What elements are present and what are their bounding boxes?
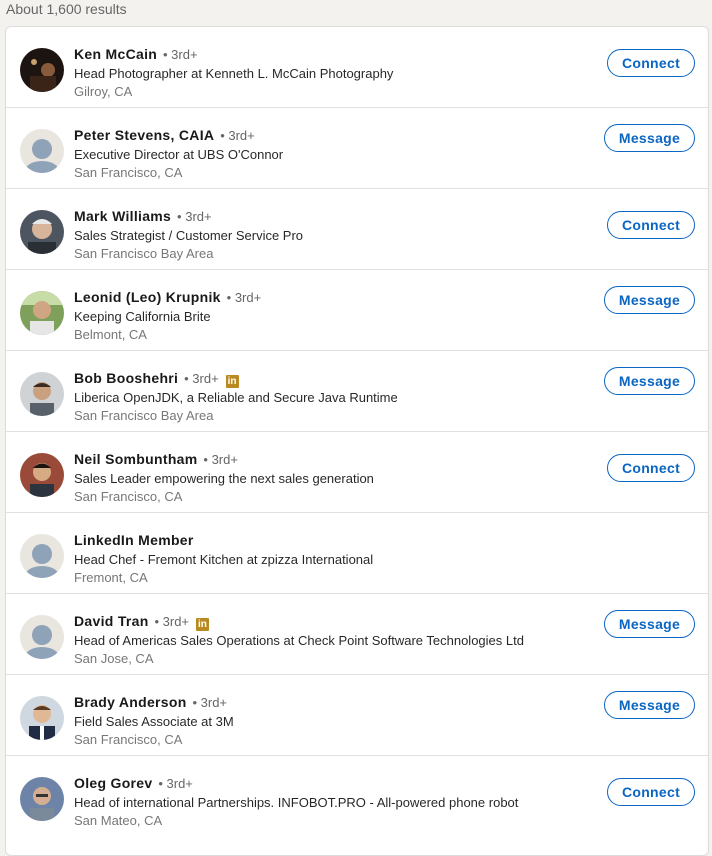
name-line: Oleg Gorev • 3rd+ [74,774,193,793]
connect-button[interactable]: Connect [607,49,695,77]
profile-location: Belmont, CA [74,327,147,342]
profile-name-link[interactable]: Mark Williams [74,208,171,224]
profile-avatar[interactable] [20,291,64,335]
profile-name-link[interactable]: David Tran [74,613,149,629]
name-line: Mark Williams • 3rd+ [74,207,212,226]
profile-name-link[interactable]: LinkedIn Member [74,532,194,548]
connection-degree: • 3rd+ [154,614,190,629]
search-result-item: Oleg Gorev • 3rd+ Head of international … [6,756,708,837]
profile-location: San Francisco Bay Area [74,408,214,423]
search-result-item: Neil Sombuntham • 3rd+ Sales Leader empo… [6,432,708,513]
name-line: Bob Booshehri • 3rd+ in [74,369,239,388]
connection-degree: • 3rd+ [192,695,228,710]
search-results-list: Ken McCain • 3rd+ Head Photographer at K… [5,26,709,856]
profile-avatar[interactable] [20,696,64,740]
search-result-item: Peter Stevens, CAIA • 3rd+ Executive Dir… [6,108,708,189]
connection-degree: • 3rd+ [203,452,238,467]
connection-degree: • 3rd+ [163,47,198,62]
search-result-item: Ken McCain • 3rd+ Head Photographer at K… [6,27,708,108]
connection-degree: • 3rd+ [220,128,255,143]
name-line: Ken McCain • 3rd+ [74,45,198,64]
profile-location: San Mateo, CA [74,813,163,828]
linkedin-premium-icon: in [195,618,209,631]
profile-location: San Francisco, CA [74,489,183,504]
search-result-item: David Tran • 3rd+ in Head of Americas Sa… [6,594,708,675]
profile-avatar[interactable] [20,777,64,821]
connection-degree: • 3rd+ [184,371,219,386]
search-result-item: Bob Booshehri • 3rd+ in Liberica OpenJDK… [6,351,708,432]
profile-name-link[interactable]: Leonid (Leo) Krupnik [74,289,221,305]
profile-location: San Francisco Bay Area [74,246,214,261]
profile-headline: Liberica OpenJDK, a Reliable and Secure … [74,390,398,405]
profile-headline: Head Chef - Fremont Kitchen at zpizza In… [74,552,374,567]
profile-name-link[interactable]: Brady Anderson [74,694,187,710]
message-button[interactable]: Message [604,691,695,719]
connection-degree: • 3rd+ [177,209,212,224]
search-result-item: Mark Williams • 3rd+ Sales Strategist / … [6,189,708,270]
connect-button[interactable]: Connect [607,454,695,482]
profile-avatar[interactable] [20,453,64,497]
profile-headline: Field Sales Associate at 3M [74,714,234,729]
name-line: Leonid (Leo) Krupnik • 3rd+ [74,288,261,307]
name-line: Brady Anderson • 3rd+ [74,693,227,712]
profile-headline: Head of Americas Sales Operations at Che… [74,633,524,648]
profile-location: San Jose, CA [74,651,154,666]
search-result-item: Brady Anderson • 3rd+ Field Sales Associ… [6,675,708,756]
connect-button[interactable]: Connect [607,778,695,806]
profile-name-link[interactable]: Oleg Gorev [74,775,152,791]
profile-headline: Keeping California Brite [74,309,211,324]
profile-avatar[interactable] [20,534,64,578]
profile-location: Gilroy, CA [74,84,133,99]
connection-degree: • 3rd+ [158,776,193,791]
name-line: Peter Stevens, CAIA • 3rd+ [74,126,255,145]
profile-name-link[interactable]: Neil Sombuntham [74,451,198,467]
profile-avatar[interactable] [20,210,64,254]
profile-headline: Sales Strategist / Customer Service Pro [74,228,304,243]
results-count: About 1,600 results [6,1,127,17]
profile-avatar[interactable] [20,129,64,173]
name-line: LinkedIn Member [74,531,196,550]
search-result-item: LinkedIn Member Head Chef - Fremont Kitc… [6,513,708,594]
profile-headline: Sales Leader empowering the next sales g… [74,471,374,486]
profile-avatar[interactable] [20,615,64,659]
profile-avatar[interactable] [20,372,64,416]
connect-button[interactable]: Connect [607,211,695,239]
linkedin-premium-icon: in [225,375,239,388]
message-button[interactable]: Message [604,367,695,395]
profile-headline: Head of international Partnerships. INFO… [74,795,519,810]
profile-location: San Francisco, CA [74,732,183,747]
profile-name-link[interactable]: Ken McCain [74,46,157,62]
profile-headline: Head Photographer at Kenneth L. McCain P… [74,66,394,81]
search-result-item: Leonid (Leo) Krupnik • 3rd+ Keeping Cali… [6,270,708,351]
profile-location: Fremont, CA [74,570,148,585]
profile-headline: Executive Director at UBS O'Connor [74,147,284,162]
connection-degree: • 3rd+ [226,290,262,305]
message-button[interactable]: Message [604,610,695,638]
message-button[interactable]: Message [604,124,695,152]
profile-avatar[interactable] [20,48,64,92]
profile-location: San Francisco, CA [74,165,183,180]
profile-name-link[interactable]: Peter Stevens, CAIA [74,127,214,143]
message-button[interactable]: Message [604,286,695,314]
name-line: David Tran • 3rd+ in [74,612,209,631]
name-line: Neil Sombuntham • 3rd+ [74,450,238,469]
profile-name-link[interactable]: Bob Booshehri [74,370,178,386]
